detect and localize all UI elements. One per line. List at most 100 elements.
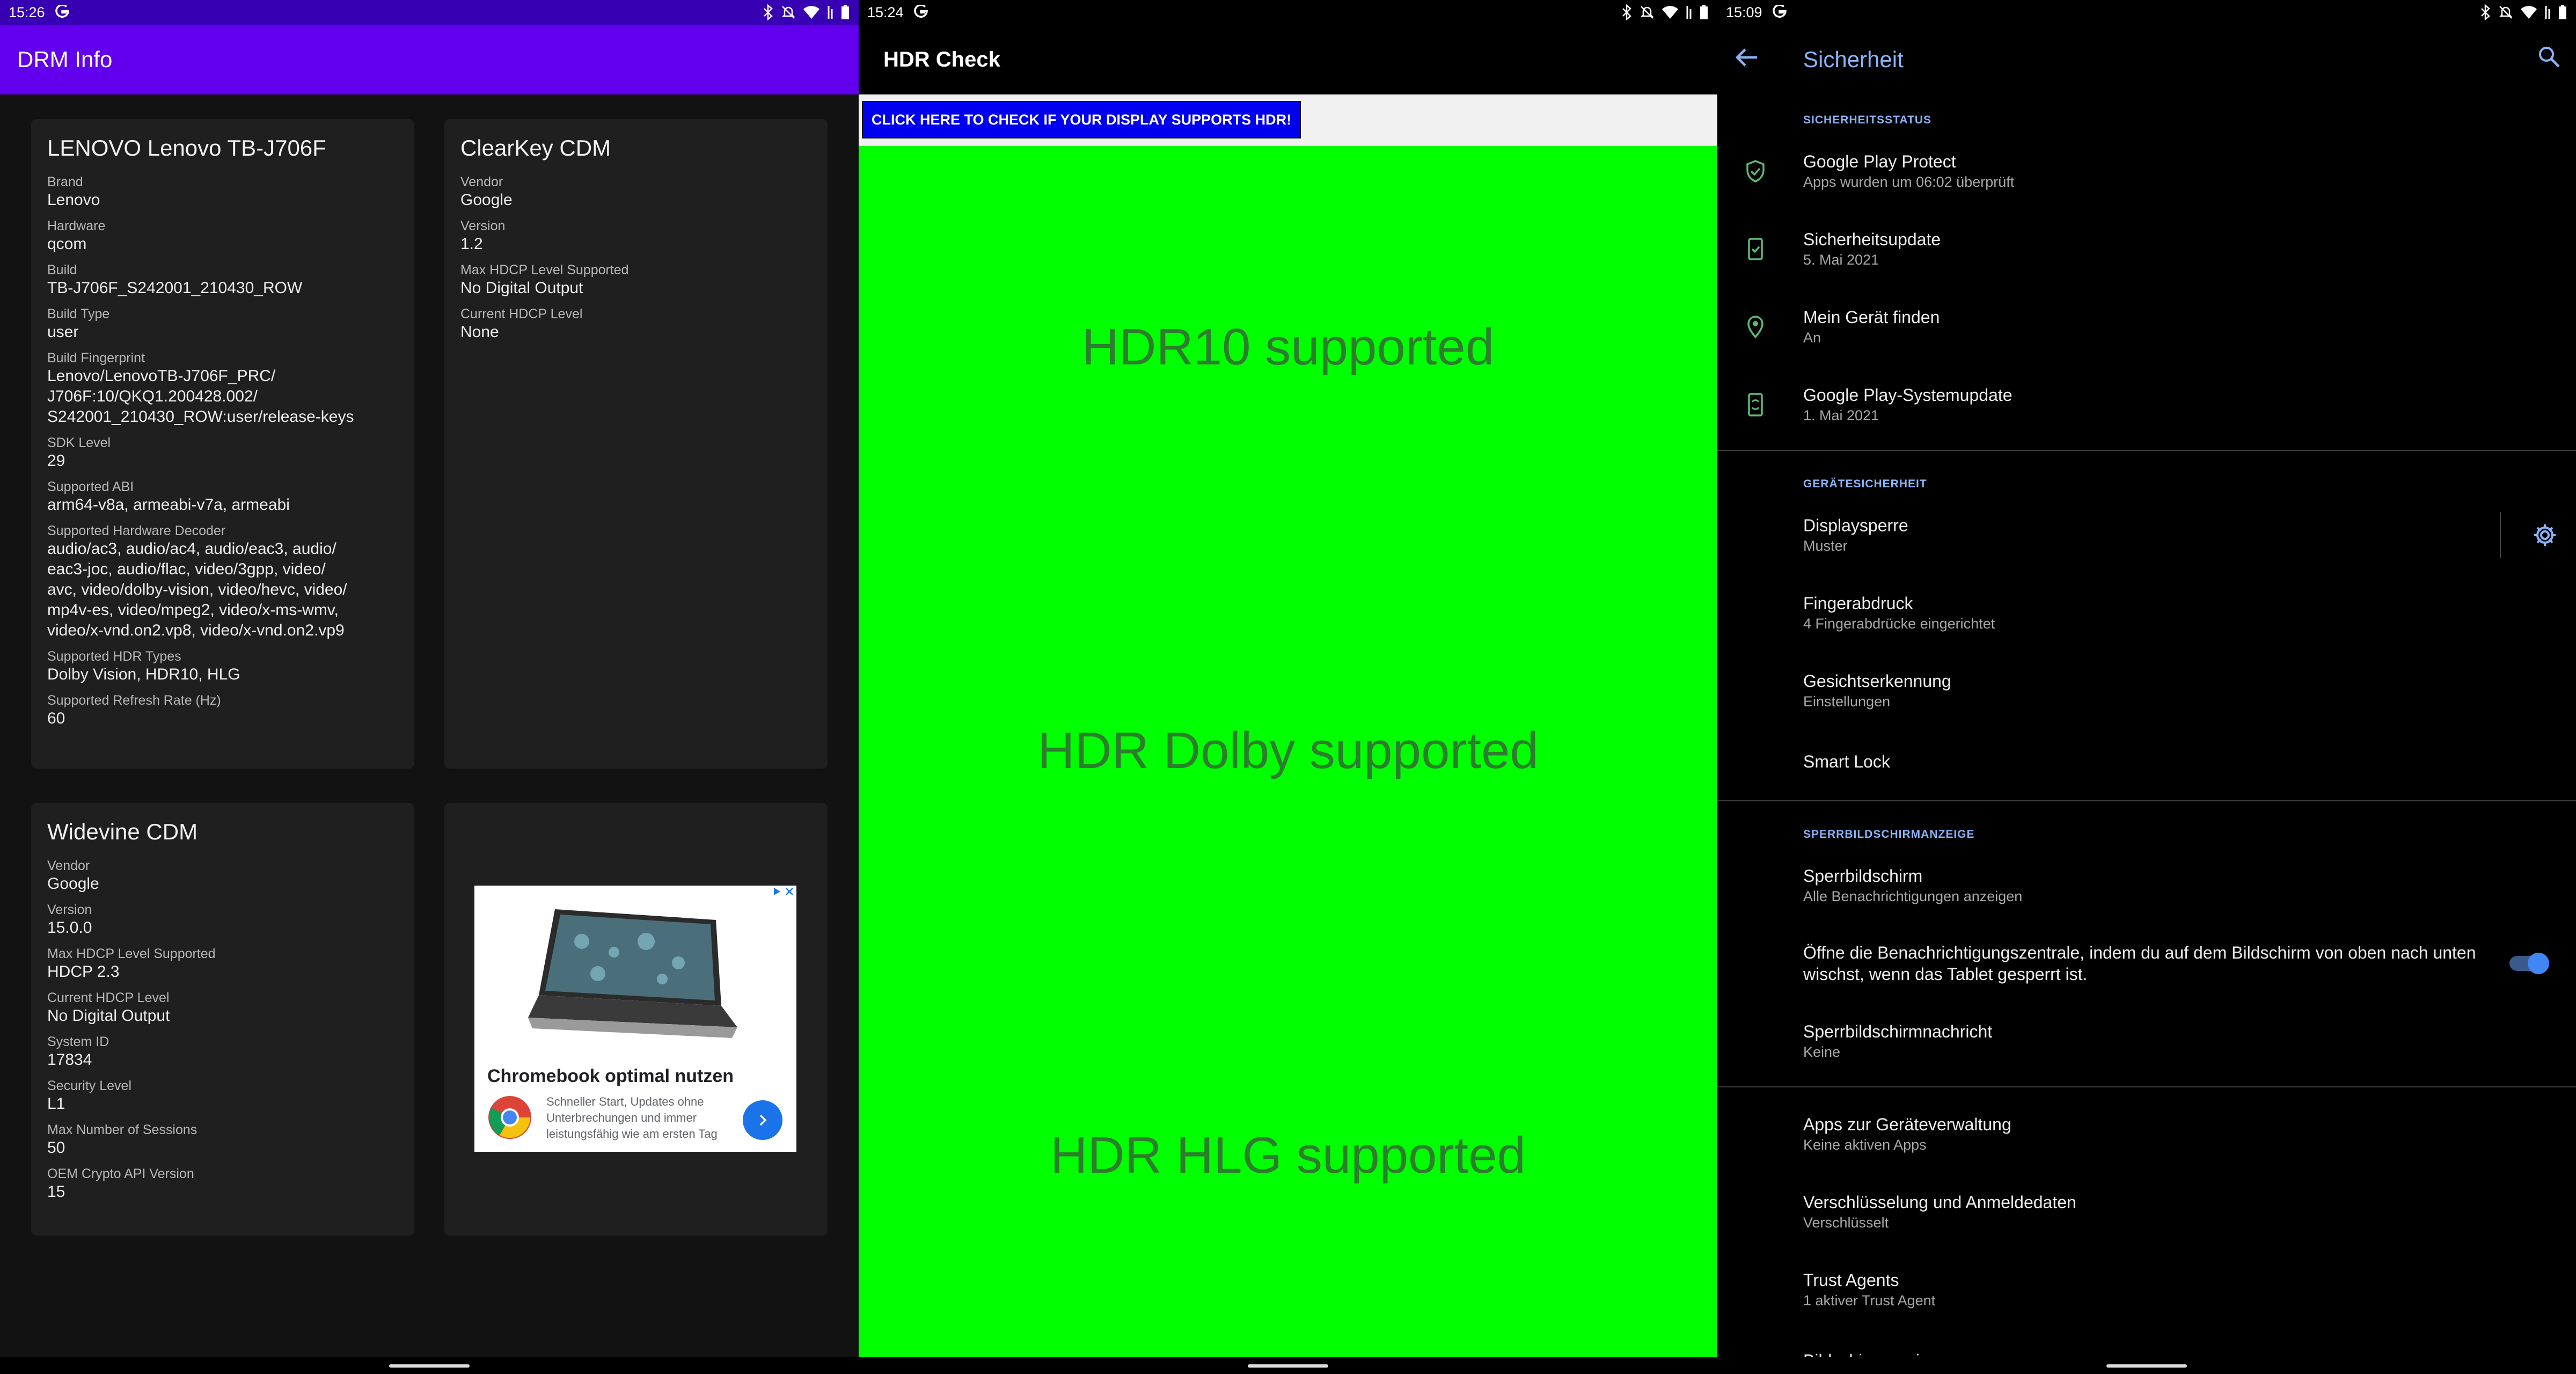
settings-item-trust-agents[interactable]: Trust Agents 1 aktiver Trust Agent [1717,1251,2576,1328]
settings-item-title: Displaysperre [1803,515,1908,535]
settings-item-title: Smart Lock [1803,752,1890,771]
section-header-sicherheitsstatus: SICHERHEITSSTATUS [1803,114,1932,126]
field-label: Supported Refresh Rate (Hz) [47,693,221,708]
settings-item-subtitle: Keine [1803,1043,1841,1060]
field-value: L1 [47,1095,65,1113]
divider [1717,450,2576,451]
settings-item-subtitle: Apps wurden um 06:02 überprüft [1803,173,2015,190]
location-pin-icon [1743,315,1768,339]
settings-item-title: Gesichtserkennung [1803,671,1951,691]
gesture-handle[interactable] [2106,1364,2187,1368]
field-label: Max HDCP Level Supported [47,946,216,961]
settings-item-subtitle: Einstellungen [1803,693,1891,710]
settings-item-play-protect[interactable]: Google Play Protect Apps wurden um 06:02… [1717,132,2576,210]
settings-list: SICHERHEITSSTATUS Google Play Protect Ap… [1717,94,2576,1374]
status-icons [762,0,850,25]
settings-item-subtitle: Verschlüsselt [1803,1214,1889,1231]
settings-item-face-recognition[interactable]: Gesichtserkennung Einstellungen [1717,652,2576,729]
field-label: Supported Hardware Decoder [47,523,226,538]
settings-item-subtitle: Alle Benachrichtigungen anzeigen [1803,888,2023,904]
check-button-strip: CLICK HERE TO CHECK IF YOUR DISPLAY SUPP… [859,94,1717,146]
status-time: 15:26 [9,4,45,20]
chromebook-ad[interactable]: Chromebook optimal nutzen Schneller Star… [474,886,796,1152]
settings-item-subtitle: 1. Mai 2021 [1803,407,1879,423]
status-time: 15:09 [1726,4,1762,20]
app-title: HDR Check [883,47,1000,71]
battery-icon [2559,5,2566,19]
card-title: ClearKey CDM [460,135,611,160]
back-arrow-icon[interactable] [1732,43,1761,72]
field-label: OEM Crypto API Version [47,1166,194,1181]
field-value: HDCP 2.3 [47,963,120,981]
field-label: Current HDCP Level [47,990,170,1005]
settings-item-title: Sperrbildschirmnachricht [1803,1021,1993,1041]
ad-card: Chromebook optimal nutzen Schneller Star… [444,803,828,1236]
hdr-hlg-result: HDR HLG supported [1050,1127,1526,1184]
drm-info-screen: 15:26 DRM Info LENOVO Lenovo TB-J706F Br… [0,0,859,1374]
settings-item-find-device[interactable]: Mein Gerät finden An [1717,288,2576,366]
ad-body-text: Schneller Start, Updates ohne Unterbrech… [546,1095,718,1141]
settings-item-play-system-update[interactable]: Google Play-Systemupdate 1. Mai 2021 [1717,366,2576,443]
settings-item-title: Mein Gerät finden [1803,307,1940,327]
field-label: Vendor [460,174,503,189]
section-header-geraetesicherheit: GERÄTESICHERHEIT [1803,478,1927,490]
settings-item-notification-swipe[interactable]: Öffne die Benachrichtigungszentrale, ind… [1717,924,2576,1002]
ad-choices[interactable] [772,887,794,896]
wifi-icon [1662,6,1678,19]
notification-swipe-toggle[interactable] [2509,952,2549,974]
hdr-result-area: HDR10 supported HDR Dolby supported HDR … [859,146,1717,1357]
section-header-sperrbildschirmanzeige: SPERRBILDSCHIRMANZEIGE [1803,828,1975,841]
status-icons [1621,0,1709,25]
status-bar: 15:24 [859,0,1717,25]
phone-check-icon [1743,237,1768,261]
field-label: Vendor [47,858,90,873]
field-label: Supported HDR Types [47,649,181,664]
device-info-card: LENOVO Lenovo TB-J706F Brand Lenovo Hardwa… [31,119,414,769]
field-label: Brand [47,174,83,189]
settings-item-lock-screen-message[interactable]: Sperrbildschirmnachricht Keine [1717,1002,2576,1080]
status-icons [2479,0,2567,25]
field-label: Current HDCP Level [460,306,583,321]
settings-item-lock-screen[interactable]: Sperrbildschirm Alle Benachrichtigungen … [1717,846,2576,924]
field-value: 50 [47,1139,65,1157]
field-label: Build [47,262,77,277]
settings-item-encryption[interactable]: Verschlüsselung und Anmeldedaten Verschl… [1717,1173,2576,1251]
field-value: qcom [47,235,87,253]
battery-icon [1700,5,1708,19]
app-bar: Sicherheit [1717,25,2576,94]
status-bar: 15:09 [1717,0,2576,25]
settings-item-device-admin-apps[interactable]: Apps zur Geräteverwaltung Keine aktiven … [1717,1095,2576,1173]
gesture-handle[interactable] [389,1364,470,1368]
field-value: audio/ac3, audio/ac4, audio/eac3, audio/… [47,540,347,639]
close-icon[interactable] [785,887,794,896]
check-hdr-button[interactable]: CLICK HERE TO CHECK IF YOUR DISPLAY SUPP… [862,101,1301,138]
nav-bar [859,1357,1717,1374]
field-value: Lenovo/LenovoTB-J706F_PRC/ J706F:10/QKQ1… [47,367,354,426]
settings-item-title: Google Play Protect [1803,151,1956,171]
field-value: None [460,323,499,341]
signal-icon [1686,6,1692,19]
google-g-icon [1771,4,1788,21]
ad-choices-icon[interactable] [772,887,781,896]
ad-open-button[interactable] [743,1100,782,1140]
gear-icon[interactable] [2532,522,2558,548]
app-bar: HDR Check [859,25,1717,94]
gesture-handle[interactable] [1248,1364,1328,1368]
hdr-dolby-result: HDR Dolby supported [1037,722,1539,779]
settings-item-smart-lock[interactable]: Smart Lock [1717,729,2576,794]
toggle-knob [2528,952,2549,974]
field-label: Build Type [47,306,110,321]
search-icon[interactable] [2537,45,2561,69]
settings-item-screen-lock[interactable]: Displaysperre Muster [1717,496,2576,574]
settings-item-title: Fingerabdruck [1803,593,1913,613]
bluetooth-icon [2481,4,2490,20]
field-value: No Digital Output [460,279,583,297]
settings-item-title: Öffne die Benachrichtigungszentrale, ind… [1803,942,2476,984]
divider [1717,800,2576,801]
field-label: SDK Level [47,435,111,450]
settings-item-fingerprint[interactable]: Fingerabdruck 4 Fingerabdrücke eingerich… [1717,574,2576,652]
field-value: Google [47,875,99,893]
hdr10-result: HDR10 supported [1081,318,1495,376]
settings-item-security-update[interactable]: Sicherheitsupdate 5. Mai 2021 [1717,210,2576,288]
shield-check-icon [1743,159,1768,184]
